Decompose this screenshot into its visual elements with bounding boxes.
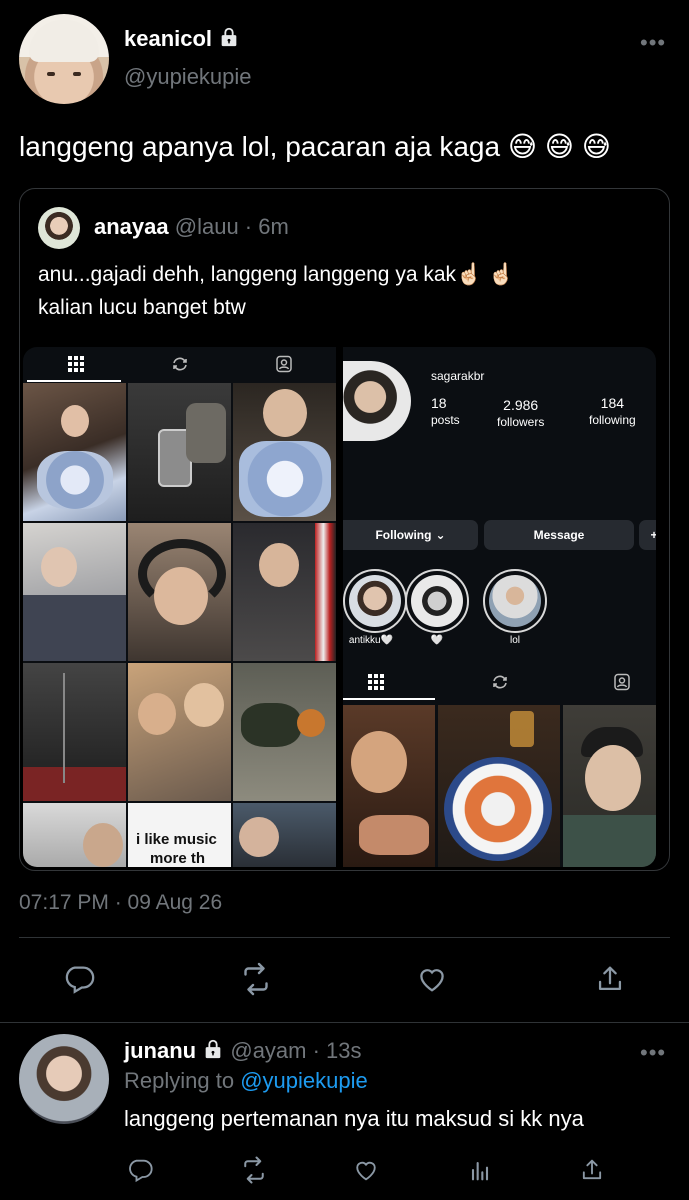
quoted-author-line: anayaa @lauu · 6m <box>94 214 289 240</box>
grid-photo[interactable] <box>128 383 231 521</box>
message-button[interactable]: Message <box>484 520 634 550</box>
divider <box>0 1022 689 1023</box>
like-icon[interactable] <box>412 959 452 999</box>
grid-photo[interactable] <box>23 383 126 521</box>
grid-photo[interactable] <box>233 803 336 867</box>
following-button[interactable]: Following ⌄ <box>343 520 478 550</box>
profile-grid-photo[interactable] <box>343 705 435 867</box>
grid-photo[interactable]: i like music more th <box>128 803 231 867</box>
followers-stat[interactable]: 2.986 followers <box>497 397 544 429</box>
profile-grid-photo[interactable] <box>563 705 656 867</box>
quoted-text-line2: kalian lucu banget btw <box>38 296 246 319</box>
replying-to: Replying to @yupiekupie <box>124 1068 368 1094</box>
profile-avatar <box>343 361 411 441</box>
grid-photo[interactable] <box>233 523 336 661</box>
divider <box>19 937 670 938</box>
highlight-label: lol <box>509 635 520 646</box>
retweet-icon[interactable] <box>234 1150 274 1190</box>
quoted-avatar <box>38 207 80 249</box>
reply-author-line: junanu @ayam · 13s <box>124 1038 362 1066</box>
author-handle[interactable]: @yupiekupie <box>124 64 252 90</box>
grid-tab-underline <box>27 380 121 382</box>
media-image-grid[interactable]: i like music more th <box>23 347 336 867</box>
share-icon[interactable] <box>572 1150 612 1190</box>
grid-photo[interactable] <box>128 663 231 801</box>
reply-text: langgeng pertemanan nya itu maksud si kk… <box>124 1106 584 1131</box>
shirt-text-2: more th <box>150 850 206 867</box>
grid-tab-underline <box>343 698 435 700</box>
grid-icon <box>68 356 84 372</box>
analytics-icon[interactable] <box>460 1150 500 1190</box>
following-stat[interactable]: 184 following <box>589 395 636 427</box>
add-person-icon[interactable]: + <box>639 520 656 550</box>
grid-photo[interactable] <box>233 383 336 521</box>
posts-stat: 18 posts <box>431 395 460 427</box>
reply-icon[interactable] <box>120 1150 160 1190</box>
quoted-text-line1: anu...gajadi dehh, langgeng langgeng ya … <box>38 263 515 286</box>
shirt-text: i like music <box>136 831 217 848</box>
tagged-icon <box>276 355 292 373</box>
chevron-down-icon: ⌄ <box>435 528 446 542</box>
profile-grid-photo[interactable] <box>438 705 560 867</box>
reels-icon <box>493 675 507 689</box>
reply-icon[interactable] <box>59 959 99 999</box>
tagged-icon <box>614 673 630 691</box>
grid-photo[interactable] <box>233 663 336 801</box>
grid-tabbar <box>23 347 336 383</box>
grid-photo[interactable] <box>23 803 126 867</box>
grid-photo[interactable] <box>128 523 231 661</box>
reels-icon <box>173 357 187 371</box>
lock-icon <box>202 1038 224 1066</box>
tweet-text: langgeng apanya lol, pacaran aja kaga 😅 … <box>19 131 611 162</box>
grid-photo[interactable] <box>23 523 126 661</box>
profile-username: sagarakbr <box>431 369 485 383</box>
story-highlight[interactable] <box>483 569 547 633</box>
like-icon[interactable] <box>346 1150 386 1190</box>
display-name[interactable]: keanicol <box>124 26 212 51</box>
profile-tabbar <box>343 665 656 701</box>
reply-avatar[interactable] <box>19 1034 109 1124</box>
quoted-handle-time: @lauu · 6m <box>174 214 289 239</box>
more-options-icon[interactable]: ••• <box>640 32 666 54</box>
story-highlight[interactable] <box>405 569 469 633</box>
story-highlight[interactable] <box>343 569 407 633</box>
highlight-label: 🤍 <box>430 635 444 646</box>
reply-display-name[interactable]: junanu <box>124 1038 196 1063</box>
quoted-tweet[interactable]: anayaa @lauu · 6m anu...gajadi dehh, lan… <box>19 188 670 871</box>
media-profile-screenshot[interactable]: sagarakbr 18 posts 2.986 followers 184 f… <box>343 347 656 867</box>
reply-handle-time: @ayam · 13s <box>230 1038 362 1063</box>
author-line: keanicol <box>124 26 240 54</box>
quoted-display-name[interactable]: anayaa <box>94 214 169 239</box>
replying-to-link[interactable]: @yupiekupie <box>240 1068 368 1093</box>
tweet-timestamp: 07:17 PM · 09 Aug 26 <box>19 891 223 914</box>
retweet-icon[interactable] <box>236 959 276 999</box>
grid-icon <box>368 674 384 690</box>
share-icon[interactable] <box>590 959 630 999</box>
more-options-icon[interactable]: ••• <box>640 1042 666 1064</box>
replying-to-label: Replying to <box>124 1068 235 1093</box>
grid-photo[interactable] <box>23 663 126 801</box>
avatar[interactable] <box>19 14 109 104</box>
lock-icon <box>218 26 240 54</box>
